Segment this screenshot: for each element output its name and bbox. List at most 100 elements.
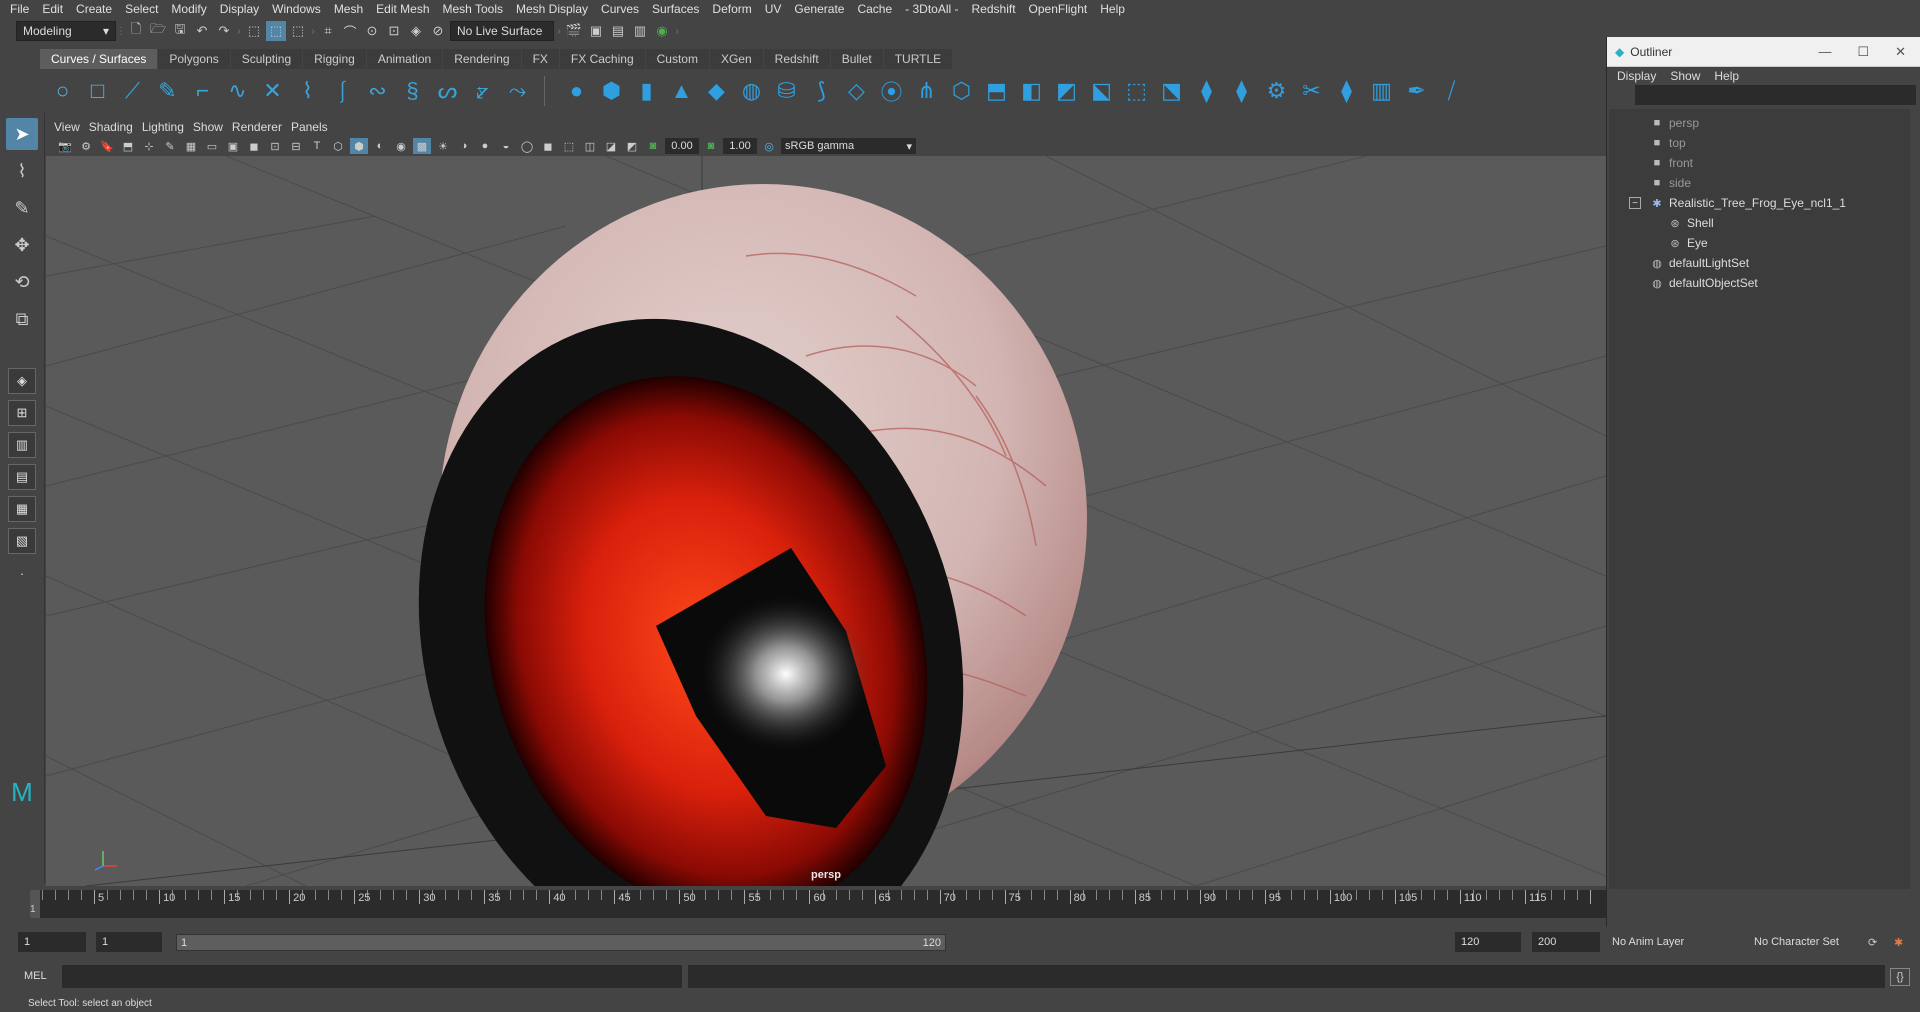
outliner-menu-display[interactable]: Display — [1617, 69, 1656, 83]
shadows-icon[interactable]: ◑ — [455, 138, 473, 154]
render-view-icon[interactable]: 🎬 — [564, 21, 584, 41]
shelf-tab-polygons[interactable]: Polygons — [158, 49, 230, 69]
shelf-tab-sculpting[interactable]: Sculpting — [230, 49, 303, 69]
motion-blur-icon[interactable]: ◒ — [497, 138, 515, 154]
time-slider-bar[interactable]: 5 10 15 20 25 30 35 40 45 50 55 60 65 70 75 80 85 90 95 100… — [38, 890, 1606, 918]
exposure-icon[interactable]: ◙ — [644, 138, 662, 154]
menu-edit[interactable]: Edit — [38, 2, 72, 16]
render-settings-icon[interactable]: ▥ — [630, 21, 650, 41]
snap-surface-icon[interactable]: ◈ — [406, 21, 426, 41]
ep-curve-icon[interactable]: ✎ — [153, 76, 182, 106]
safe-action-icon[interactable]: ⊟ — [287, 138, 305, 154]
close-icon[interactable]: ✕ — [1895, 44, 1906, 60]
bevel-icon[interactable]: ◧ — [1017, 76, 1046, 106]
shelf-tab-fx[interactable]: FX — [521, 49, 559, 69]
2d-pan-zoom-icon[interactable]: ⊹ — [140, 138, 158, 154]
select-object-icon[interactable]: ⬚ — [266, 21, 286, 41]
outliner-item[interactable]: − ✱ Realistic_Tree_Frog_Eye_ncl1_1 — [1609, 193, 1910, 213]
panel-menu-panels[interactable]: Panels — [291, 120, 337, 134]
playback-end-field[interactable]: 120 — [1455, 932, 1521, 952]
scene-end-field[interactable]: 200 — [1532, 932, 1600, 952]
image-plane-icon[interactable]: ⬒ — [119, 138, 137, 154]
wireframe-on-shaded-icon[interactable]: ◐ — [371, 138, 389, 154]
select-hierarchy-icon[interactable]: ⬚ — [244, 21, 264, 41]
nurbs-torus-icon[interactable]: ◍ — [737, 76, 766, 106]
open-scene-icon[interactable]: 🗁 — [148, 21, 168, 41]
nurbs-sphere-icon[interactable]: ● — [562, 76, 591, 106]
render-current-icon[interactable]: ▣ — [586, 21, 606, 41]
boundary-icon[interactable]: ⬡ — [947, 76, 976, 106]
extend-surface-icon[interactable]: ⧫ — [1332, 76, 1361, 106]
textured-icon[interactable]: ▩ — [413, 138, 431, 154]
live-surface-icon[interactable]: ⊘ — [428, 21, 448, 41]
lasso-tool-icon[interactable]: ⌇ — [6, 155, 38, 187]
select-component-icon[interactable]: ⬚ — [288, 21, 308, 41]
outliner-item[interactable]: ■ front — [1609, 153, 1910, 173]
exposure-field[interactable]: 0.00 — [665, 138, 699, 154]
shelf-tab-curves-surfaces[interactable]: Curves / Surfaces — [40, 49, 158, 69]
rotate-tool-icon[interactable]: ⟲ — [6, 266, 38, 298]
shelf-tab-animation[interactable]: Animation — [366, 49, 443, 69]
camera-icon[interactable]: 📷 — [56, 138, 74, 154]
curve-cut-icon[interactable]: ⤳ — [503, 76, 532, 106]
menu-create[interactable]: Create — [72, 2, 121, 16]
menu-openflight[interactable]: OpenFlight — [1025, 2, 1097, 16]
hypershade-icon[interactable]: ◉ — [652, 21, 672, 41]
snap-grid-icon[interactable]: ⌗ — [318, 21, 338, 41]
menu-mesh-tools[interactable]: Mesh Tools — [439, 2, 512, 16]
snap-point-icon[interactable]: ⊙ — [362, 21, 382, 41]
wireframe-icon[interactable]: ⬡ — [329, 138, 347, 154]
snap-curve-icon[interactable]: ⌒ — [340, 21, 360, 41]
shelf-tab-rigging[interactable]: Rigging — [303, 49, 366, 69]
shelf-tab-xgen[interactable]: XGen — [709, 49, 763, 69]
nurbs-cube-icon[interactable]: ⬢ — [597, 76, 626, 106]
attach-surfaces-icon[interactable]: ⧫ — [1192, 76, 1221, 106]
insert-isoparms-icon[interactable]: ✂ — [1297, 76, 1326, 106]
menu-help[interactable]: Help — [1096, 2, 1134, 16]
project-curve-icon[interactable]: ◩ — [1052, 76, 1081, 106]
grease-pencil-icon[interactable]: ✎ — [161, 138, 179, 154]
color-management-icon[interactable]: ◎ — [760, 138, 778, 154]
curve-fillet-icon[interactable]: ⦫ — [468, 76, 497, 106]
curve-extend-icon[interactable]: ᔕ — [433, 76, 462, 106]
loft-icon[interactable]: ⟆ — [807, 76, 836, 106]
live-surface-field[interactable]: No Live Surface — [450, 21, 554, 41]
rebuild-surface-icon[interactable]: ▥ — [1367, 76, 1396, 106]
menu-cache[interactable]: Cache — [853, 2, 901, 16]
bookmark-icon[interactable]: 🔖 — [98, 138, 116, 154]
panel-menu-lighting[interactable]: Lighting — [142, 120, 193, 134]
perspective-viewport[interactable]: persp — [46, 156, 1606, 886]
auto-key-icon[interactable]: ⟳ — [1862, 932, 1884, 952]
planar-icon[interactable]: ◇ — [842, 76, 871, 106]
shelf-tab-turtle[interactable]: TURTLE — [883, 49, 953, 69]
persp-uv-layout-icon[interactable]: ▧ — [8, 528, 36, 554]
trim-tool-icon[interactable]: ⬚ — [1122, 76, 1151, 106]
shelf-tab-custom[interactable]: Custom — [645, 49, 709, 69]
curve-detach-icon[interactable]: ⎰ — [328, 76, 357, 106]
persp-graph-layout-icon[interactable]: ▤ — [8, 464, 36, 490]
shelf-tab-redshift[interactable]: Redshift — [763, 49, 830, 69]
command-input[interactable] — [62, 965, 682, 988]
range-slider-bar[interactable]: 1 120 — [176, 934, 946, 951]
outliner-item[interactable]: ⊛ Eye — [1609, 233, 1910, 253]
paint-select-icon[interactable]: ✎ — [6, 192, 38, 224]
anim-prefs-icon[interactable]: ✱ — [1888, 932, 1910, 952]
color-space-dropdown[interactable]: sRGB gamma ▾ — [781, 138, 916, 154]
nurbs-cone-icon[interactable]: ▲ — [667, 76, 696, 106]
menu-uv[interactable]: UV — [761, 2, 791, 16]
outliner-item[interactable]: ■ side — [1609, 173, 1910, 193]
move-tool-icon[interactable]: ✥ — [6, 229, 38, 261]
open-close-surface-icon[interactable]: ⚙ — [1262, 76, 1291, 106]
menu-redshift[interactable]: Redshift — [968, 2, 1025, 16]
anim-layer-dropdown[interactable]: No Anim Layer — [1606, 932, 1736, 952]
menuset-dropdown[interactable]: Modeling ▾ — [16, 21, 116, 41]
square-surface-icon[interactable]: ⬒ — [982, 76, 1011, 106]
shelf-tab-rendering[interactable]: Rendering — [443, 49, 521, 69]
panel-menu-view[interactable]: View — [54, 120, 89, 134]
pencil-curve-icon[interactable]: ∿ — [223, 76, 252, 106]
outliner-item[interactable]: ◍ defaultObjectSet — [1609, 273, 1910, 293]
depth-of-field-icon[interactable]: ◼ — [539, 138, 557, 154]
maximize-icon[interactable]: ☐ — [1857, 44, 1869, 60]
camera-attributes-icon[interactable]: ⚙ — [77, 138, 95, 154]
menu-mesh[interactable]: Mesh — [330, 2, 372, 16]
